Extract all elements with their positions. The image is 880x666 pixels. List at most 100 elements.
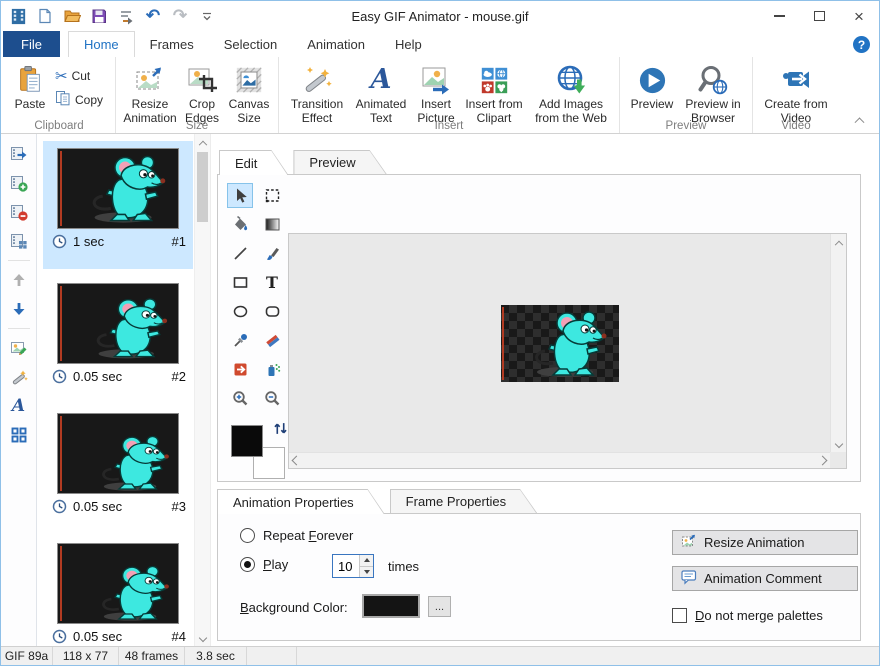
scroll-up-button[interactable] <box>195 134 210 150</box>
scroll-up-button[interactable] <box>831 234 846 250</box>
crop-edges-button[interactable]: Crop Edges <box>179 60 225 128</box>
background-color-browse-button[interactable]: ... <box>428 596 451 617</box>
rounded-rectangle-tool[interactable] <box>259 299 285 324</box>
manage-frames-button[interactable] <box>6 423 32 447</box>
line-tool[interactable] <box>227 241 253 266</box>
editor-area: Edit Preview T <box>211 134 879 646</box>
text-tool[interactable]: T <box>259 270 285 295</box>
play-times-input[interactable] <box>333 555 359 577</box>
add-frame-button[interactable] <box>6 171 32 195</box>
play-option[interactable]: Play <box>240 557 288 572</box>
effect-wand-button[interactable] <box>6 365 32 389</box>
chevron-down-icon <box>198 634 206 642</box>
export-frames-button[interactable] <box>115 5 137 27</box>
scrollbar-thumb[interactable] <box>197 152 208 222</box>
ellipse-tool[interactable] <box>227 299 253 324</box>
edit-frame-button[interactable] <box>6 336 32 360</box>
background-color-value-swatch[interactable] <box>362 594 420 618</box>
frame-number: #1 <box>172 234 186 249</box>
scroll-down-button[interactable] <box>195 630 210 646</box>
canvas-size-button[interactable]: Canvas Size <box>225 60 273 128</box>
new-file-button[interactable] <box>34 5 56 27</box>
resize-animation-panel-button[interactable]: Resize Animation <box>672 530 858 555</box>
redo-button[interactable]: ↷ <box>169 5 191 27</box>
canvas-vertical-scrollbar[interactable] <box>830 234 846 452</box>
select-tool[interactable] <box>227 183 253 208</box>
duplicate-frame-button[interactable] <box>6 229 32 253</box>
animation-comment-button[interactable]: Animation Comment <box>672 566 858 591</box>
preview-button[interactable]: Preview <box>625 60 679 114</box>
preview-in-browser-button[interactable]: Preview in Browser <box>679 60 747 128</box>
frame-caption: 1 sec #1 <box>43 234 193 249</box>
tab-file[interactable]: File <box>3 31 60 57</box>
frame-item-1[interactable]: 1 sec #1 <box>43 141 193 269</box>
zoom-in-tool[interactable] <box>227 386 253 411</box>
minimize-button[interactable] <box>759 1 799 31</box>
fill-tool[interactable] <box>227 212 253 237</box>
tab-frame-properties[interactable]: Frame Properties <box>390 489 537 513</box>
customize-quick-access-button[interactable] <box>196 5 218 27</box>
do-not-merge-palettes-option[interactable]: Do not merge palettes <box>672 608 823 623</box>
tab-edit[interactable]: Edit <box>219 150 288 175</box>
play-radio[interactable] <box>240 557 255 572</box>
spinner-buttons <box>359 555 373 577</box>
animated-text-button[interactable]: A Animated Text <box>350 60 412 128</box>
save-button[interactable] <box>88 5 110 27</box>
spray-tool[interactable] <box>259 357 285 382</box>
tab-home[interactable]: Home <box>68 31 135 57</box>
foreground-color-swatch[interactable] <box>231 425 263 457</box>
move-frame-up-button[interactable] <box>6 268 32 292</box>
insert-picture-button[interactable]: Insert Picture <box>412 60 460 128</box>
frame-toolbar: A <box>1 134 37 646</box>
open-file-button[interactable] <box>61 5 83 27</box>
spin-up-button[interactable] <box>360 555 373 566</box>
create-from-video-button[interactable]: Create from Video <box>758 60 834 128</box>
frame-item-2[interactable]: 0.05 sec #2 <box>43 276 193 404</box>
swap-colors-icon[interactable] <box>273 421 288 439</box>
tab-selection[interactable]: Selection <box>209 31 292 57</box>
extract-frame-button[interactable] <box>6 142 32 166</box>
replace-color-tool[interactable] <box>227 357 253 382</box>
repeat-forever-option[interactable]: Repeat Forever <box>240 528 353 543</box>
zoom-out-tool[interactable] <box>259 386 285 411</box>
merge-palettes-checkbox[interactable] <box>672 608 687 623</box>
status-filler <box>297 647 879 665</box>
maximize-button[interactable] <box>799 1 839 31</box>
repeat-forever-radio[interactable] <box>240 528 255 543</box>
help-icon[interactable]: ? <box>853 36 870 53</box>
canvas-horizontal-scrollbar[interactable] <box>289 452 830 468</box>
collapse-ribbon-button[interactable] <box>851 113 867 125</box>
gif-frame-image <box>501 305 619 382</box>
frame-item-3[interactable]: 0.05 sec #3 <box>43 406 193 534</box>
frame-text-button[interactable]: A <box>6 394 32 418</box>
transition-effect-button[interactable]: Transition Effect <box>284 60 350 128</box>
resize-animation-button[interactable]: Resize Animation <box>121 60 179 128</box>
marquee-select-tool[interactable] <box>259 183 285 208</box>
canvas-size-icon <box>234 62 264 98</box>
brush-tool[interactable] <box>259 241 285 266</box>
add-images-web-button[interactable]: Add Images from the Web <box>528 60 614 128</box>
eraser-tool[interactable] <box>259 328 285 353</box>
scroll-down-button[interactable] <box>831 436 846 452</box>
tab-animation-properties[interactable]: Animation Properties <box>217 489 385 514</box>
preview-label: Preview <box>631 98 674 112</box>
tab-frames[interactable]: Frames <box>135 31 209 57</box>
tab-animation[interactable]: Animation <box>292 31 380 57</box>
tab-help[interactable]: Help <box>380 31 437 57</box>
delete-frame-button[interactable] <box>6 200 32 224</box>
tab-preview[interactable]: Preview <box>293 150 386 174</box>
undo-button[interactable]: ↶ <box>142 5 164 27</box>
insert-from-clipart-button[interactable]: Insert from Clipart <box>460 60 528 128</box>
canvas-surface[interactable] <box>289 234 830 452</box>
close-button[interactable]: × <box>839 1 879 31</box>
eyedropper-tool[interactable] <box>227 328 253 353</box>
paste-button[interactable]: Paste <box>8 60 52 114</box>
frames-scrollbar[interactable] <box>194 134 210 646</box>
rectangle-tool[interactable] <box>227 270 253 295</box>
gradient-tool[interactable] <box>259 212 285 237</box>
frame-item-4[interactable]: 0.05 sec #4 <box>43 536 193 646</box>
move-frame-down-button[interactable] <box>6 297 32 321</box>
cut-button[interactable]: ✂ Cut <box>52 66 106 86</box>
spin-down-button[interactable] <box>360 566 373 578</box>
copy-button[interactable]: Copy <box>52 89 106 110</box>
